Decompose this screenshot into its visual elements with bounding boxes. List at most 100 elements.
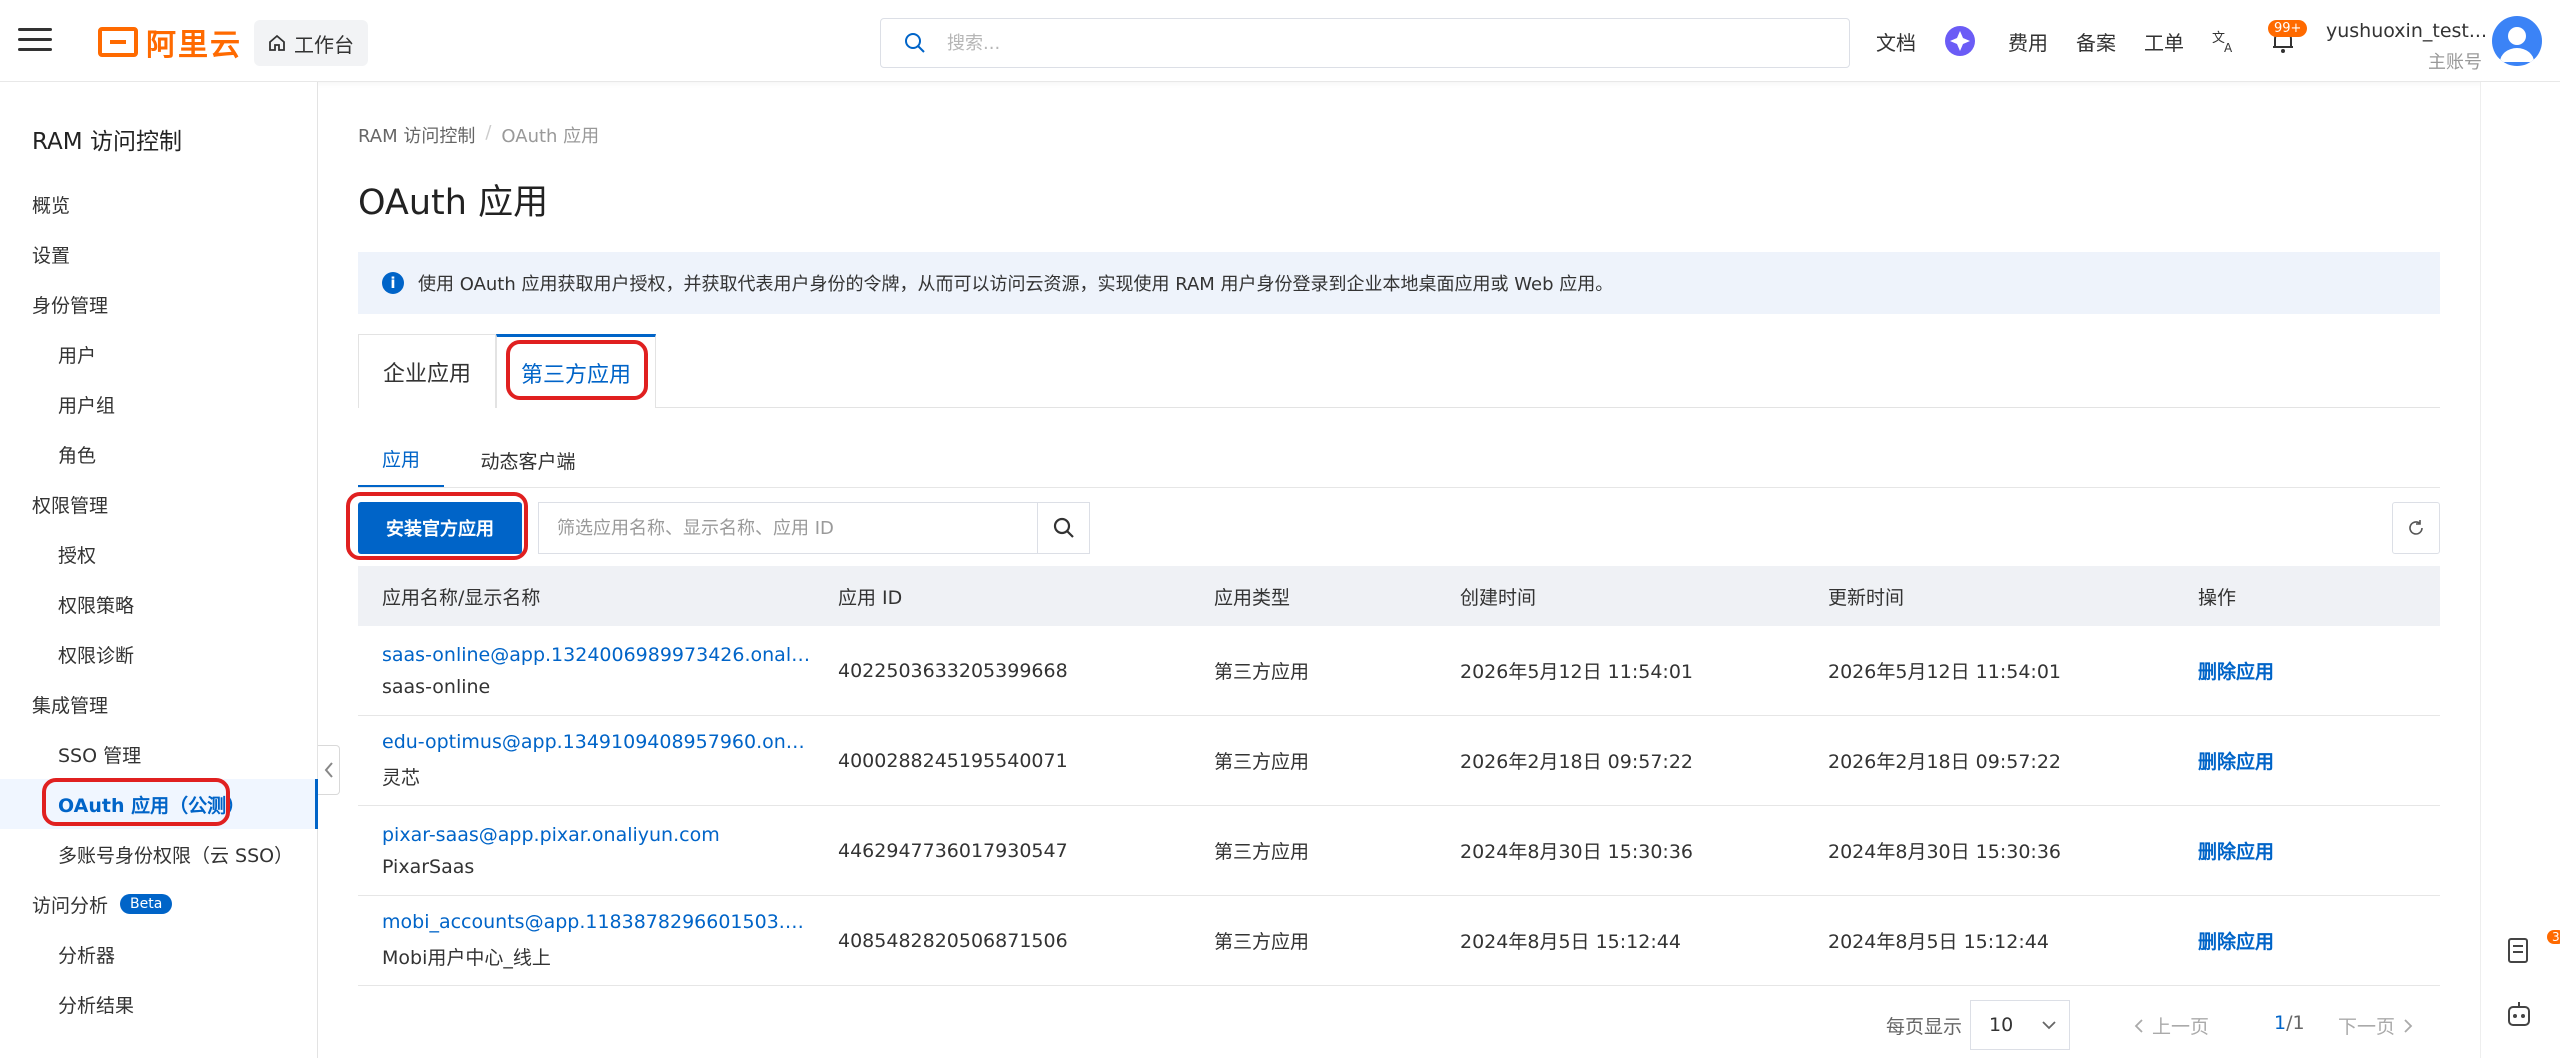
per-page-select[interactable]: 10 xyxy=(1970,1000,2070,1050)
table-row: mobi_accounts@app.1183878296601503.onal.… xyxy=(358,896,2440,986)
user-role: 主账号 xyxy=(2428,52,2482,73)
sidebar-item-label: 用户 xyxy=(58,344,97,367)
aliyun-logo[interactable]: 阿里云 xyxy=(98,22,242,63)
filter-input[interactable] xyxy=(539,503,1037,553)
nav-fees[interactable]: 费用 xyxy=(2008,0,2048,82)
home-icon xyxy=(269,34,285,51)
app-name-link[interactable]: pixar-saas@app.pixar.onaliyun.com xyxy=(382,824,812,846)
current-page[interactable]: 1 xyxy=(2274,1012,2286,1034)
sidebar-item-users[interactable]: 用户 xyxy=(0,329,318,379)
col-updated: 更新时间 xyxy=(1828,586,1905,609)
subtabs-divider xyxy=(358,487,2440,488)
logo-text: 阿里云 xyxy=(146,28,242,63)
app-name-link[interactable]: mobi_accounts@app.1183878296601503.onal.… xyxy=(382,911,812,933)
info-icon: i xyxy=(382,272,404,294)
language-icon[interactable]: 文A xyxy=(2212,0,2238,82)
col-type: 应用类型 xyxy=(1214,586,1291,609)
sidebar-item-policies[interactable]: 权限策略 xyxy=(0,579,318,629)
updated-time: 2024年8月30日 15:30:36 xyxy=(1828,841,2061,863)
table-header: 应用名称/显示名称 应用 ID 应用类型 创建时间 更新时间 操作 xyxy=(358,566,2440,626)
logo-mark-icon xyxy=(98,27,138,57)
delete-app-button[interactable]: 删除应用 xyxy=(2198,751,2274,773)
notification-icon[interactable] xyxy=(2270,0,2296,82)
service-icon[interactable] xyxy=(2505,1000,2537,1032)
search-input[interactable] xyxy=(945,31,1745,55)
filter-box xyxy=(538,502,1090,554)
breadcrumb-separator: / xyxy=(485,122,492,143)
right-rail: 3 xyxy=(2480,82,2560,1058)
updated-time: 2026年2月18日 09:57:22 xyxy=(1828,751,2061,773)
table-row: edu-optimus@app.1349109408957960.onaliy.… xyxy=(358,716,2440,806)
nav-fees-label: 费用 xyxy=(2008,30,2048,55)
sidebar: RAM 访问控制 概览 设置 身份管理 用户 用户组 角色 权限管理 授权 权限… xyxy=(0,82,318,1058)
feedback-icon[interactable]: 3 xyxy=(2505,930,2560,968)
app-name-link[interactable]: edu-optimus@app.1349109408957960.onaliy.… xyxy=(382,731,812,753)
chevron-left-icon xyxy=(2134,1018,2143,1033)
app-name-link[interactable]: saas-online@app.1324006989973426.onaliyu… xyxy=(382,644,812,666)
sidebar-group-integration: 集成管理 xyxy=(0,679,318,729)
page-title: OAuth 应用 xyxy=(358,183,549,223)
chevron-down-icon xyxy=(2042,1021,2056,1030)
col-action: 操作 xyxy=(2198,586,2237,609)
ai-assistant-icon[interactable] xyxy=(1944,0,1976,82)
col-created: 创建时间 xyxy=(1460,586,1537,609)
main-content: RAM 访问控制 / OAuth 应用 OAuth 应用 i 使用 OAuth … xyxy=(320,82,2480,1058)
global-search[interactable] xyxy=(880,18,1850,68)
nav-filing[interactable]: 备案 xyxy=(2076,0,2116,82)
sidebar-item-label: 授权 xyxy=(58,544,97,567)
robot-icon xyxy=(2508,1002,2530,1026)
highlight-install-button xyxy=(346,492,528,560)
sidebar-item-label: 角色 xyxy=(58,444,97,467)
sidebar-item-overview[interactable]: 概览 xyxy=(0,179,318,229)
subtab-dynamic-clients[interactable]: 动态客户端 xyxy=(458,432,598,488)
sidebar-group-permissions: 权限管理 xyxy=(0,479,318,529)
sidebar-item-user-groups[interactable]: 用户组 xyxy=(0,379,318,429)
refresh-button[interactable] xyxy=(2392,502,2440,554)
sidebar-item-label: 分析器 xyxy=(58,944,116,967)
delete-app-button[interactable]: 删除应用 xyxy=(2198,841,2274,863)
app-display-name: PixarSaas xyxy=(382,855,475,878)
user-icon xyxy=(2500,27,2534,62)
nav-docs[interactable]: 文档 xyxy=(1876,0,1916,82)
sidebar-item-grants[interactable]: 授权 xyxy=(0,529,318,579)
tab-enterprise-apps[interactable]: 企业应用 xyxy=(358,334,496,408)
sidebar-item-label: 多账号身份权限（云 SSO） xyxy=(58,844,294,867)
delete-app-button[interactable]: 删除应用 xyxy=(2198,661,2274,683)
app-display-name: saas-online xyxy=(382,675,491,698)
sidebar-item-label: SSO 管理 xyxy=(58,744,142,767)
breadcrumb-root[interactable]: RAM 访问控制 xyxy=(358,122,475,148)
svg-text:A: A xyxy=(2224,41,2233,54)
sidebar-item-analyzer[interactable]: 分析器 xyxy=(0,929,318,979)
user-name[interactable]: yushuoxin_test... xyxy=(2326,20,2487,42)
top-bar: 阿里云 工作台 文档 费用 备案 工单 文A 99+ yushuoxin_tes… xyxy=(0,0,2560,82)
rail-badge: 3 xyxy=(2547,930,2560,944)
prev-page-button[interactable]: 上一页 xyxy=(2134,1012,2209,1039)
subtab-apps[interactable]: 应用 xyxy=(358,432,444,488)
nav-ticket[interactable]: 工单 xyxy=(2144,0,2184,82)
prev-label: 上一页 xyxy=(2152,1016,2210,1038)
sidebar-item-diagnosis[interactable]: 权限诊断 xyxy=(0,629,318,679)
workbench-button[interactable]: 工作台 xyxy=(254,20,368,66)
filter-search-button[interactable] xyxy=(1037,503,1089,553)
app-type: 第三方应用 xyxy=(1214,751,1310,773)
avatar[interactable] xyxy=(2492,16,2542,66)
document-list-icon xyxy=(2508,938,2528,963)
sidebar-group-identity: 身份管理 xyxy=(0,279,318,329)
next-page-button[interactable]: 下一页 xyxy=(2338,1012,2413,1039)
delete-app-button[interactable]: 删除应用 xyxy=(2198,931,2274,953)
refresh-icon xyxy=(2409,520,2423,535)
sidebar-item-analysis-results[interactable]: 分析结果 xyxy=(0,979,318,1029)
subtab-label: 应用 xyxy=(381,449,420,471)
info-notice: i 使用 OAuth 应用获取用户授权，并获取代表用户身份的令牌，从而可以访问云… xyxy=(358,252,2440,314)
table-row: pixar-saas@app.pixar.onaliyun.com PixarSa… xyxy=(358,806,2440,896)
sidebar-item-roles[interactable]: 角色 xyxy=(0,429,318,479)
created-time: 2026年2月18日 09:57:22 xyxy=(1460,751,1693,773)
sidebar-item-sso[interactable]: SSO 管理 xyxy=(0,729,318,779)
table-row: saas-online@app.1324006989973426.onaliyu… xyxy=(358,626,2440,716)
sidebar-item-cloud-sso[interactable]: 多账号身份权限（云 SSO） xyxy=(0,829,318,879)
breadcrumb: RAM 访问控制 / OAuth 应用 xyxy=(358,122,599,148)
sidebar-title: RAM 访问控制 xyxy=(32,129,182,155)
menu-icon[interactable] xyxy=(18,26,52,54)
sidebar-item-settings[interactable]: 设置 xyxy=(0,229,318,279)
sidebar-item-label: 用户组 xyxy=(58,394,116,417)
